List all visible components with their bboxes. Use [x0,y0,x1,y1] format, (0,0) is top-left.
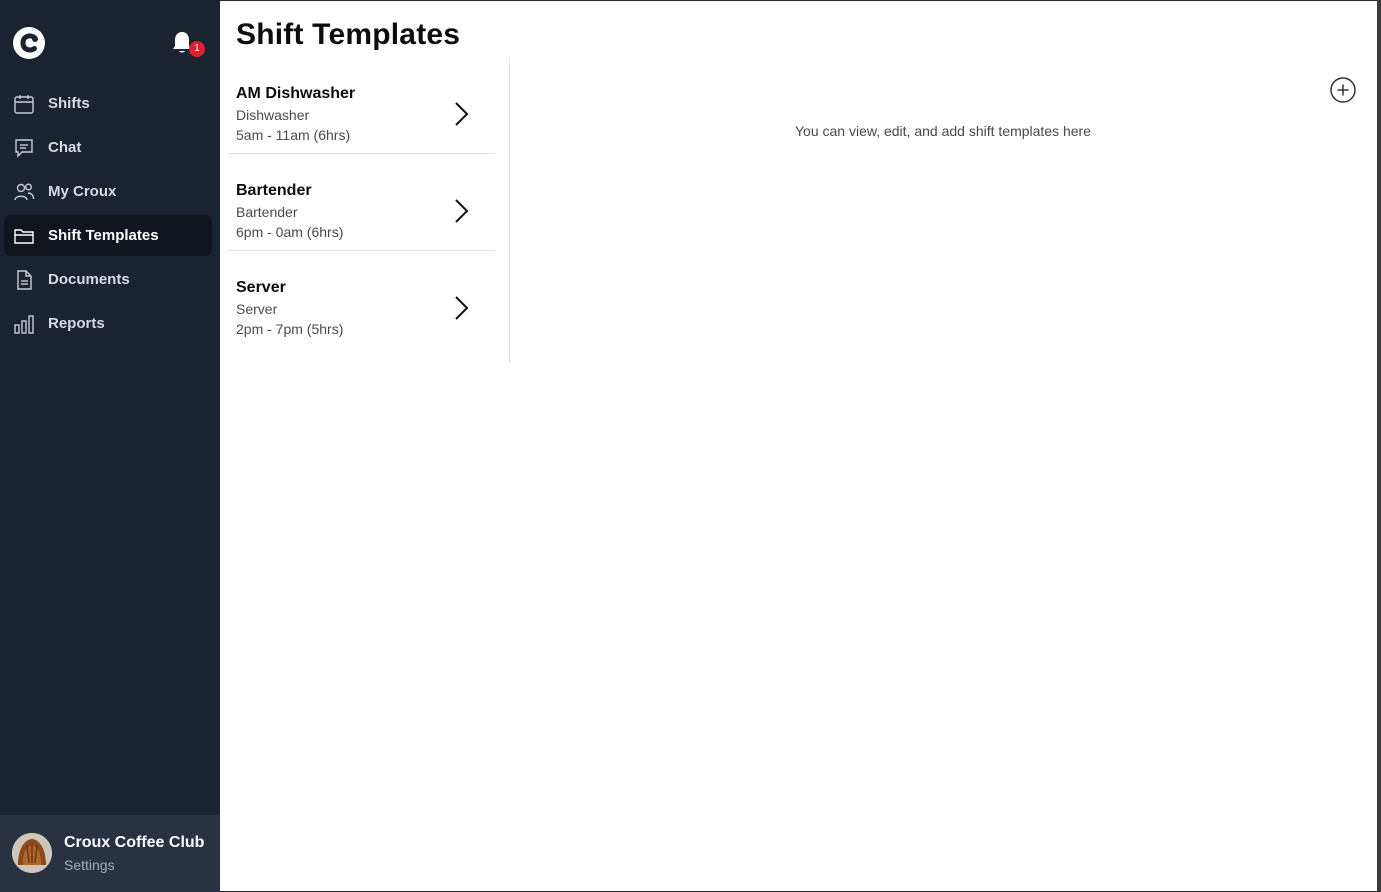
sidebar-item-my-croux[interactable]: My Croux [4,171,212,212]
notification-badge: 1 [189,41,205,57]
sidebar: 1 Shifts Chat My Croux Shift Templates D… [0,0,220,892]
avatar[interactable] [12,833,52,873]
app-window: 1 Shifts Chat My Croux Shift Templates D… [0,0,1381,892]
main-content: Shift Templates AM Dishwasher Dishwasher… [220,1,1377,891]
sidebar-nav: Shifts Chat My Croux Shift Templates Doc… [4,83,212,347]
template-role: Bartender [236,204,298,220]
sidebar-item-label: Reports [48,315,105,332]
sidebar-item-reports[interactable]: Reports [4,303,212,344]
sidebar-item-label: Shifts [48,95,90,112]
settings-link[interactable]: Settings [64,857,115,873]
page-title: Shift Templates [236,18,461,51]
empty-state-hint: You can view, edit, and add shift templa… [794,123,1091,139]
chevron-right-icon[interactable] [452,198,470,224]
sidebar-item-label: My Croux [48,183,117,200]
template-title: AM Dishwasher [236,85,356,102]
croux-logo-icon[interactable] [12,26,46,60]
profile-settings[interactable]: Croux Coffee Club Settings [0,815,220,892]
template-role: Server [236,301,278,317]
window-edge [1377,0,1381,892]
list-item[interactable]: AM Dishwasher Dishwasher 5am - 11am (6hr… [228,57,495,154]
folder-icon [14,228,34,244]
list-item[interactable]: Server Server 2pm - 7pm (5hrs) [228,251,495,348]
sidebar-item-shift-templates[interactable]: Shift Templates [4,215,212,256]
croissant-icon [12,833,52,873]
shift-template-list: AM Dishwasher Dishwasher 5am - 11am (6hr… [228,57,495,348]
chevron-right-icon[interactable] [452,101,470,127]
add-template-button[interactable] [1329,76,1357,104]
list-item[interactable]: Bartender Bartender 6pm - 0am (6hrs) [228,154,495,251]
template-time: 5am - 11am (6hrs) [236,127,351,143]
chat-icon [15,138,33,158]
profile-name: Croux Coffee Club [64,834,205,851]
sidebar-item-label: Shift Templates [48,227,159,244]
sidebar-item-chat[interactable]: Chat [4,127,212,168]
list-divider [509,57,510,363]
sidebar-item-label: Chat [48,139,82,156]
chevron-right-icon[interactable] [452,295,470,321]
template-time: 6pm - 0am (6hrs) [236,224,344,240]
calendar-icon [14,94,34,114]
sidebar-item-documents[interactable]: Documents [4,259,212,300]
template-role: Dishwasher [236,107,310,123]
users-icon [14,183,35,200]
bar-chart-icon [14,314,34,334]
template-time: 2pm - 7pm (5hrs) [236,321,344,337]
template-title: Server [236,279,286,296]
template-title: Bartender [236,182,312,199]
sidebar-item-label: Documents [48,271,130,288]
document-icon [17,269,32,290]
sidebar-item-shifts[interactable]: Shifts [4,83,212,124]
